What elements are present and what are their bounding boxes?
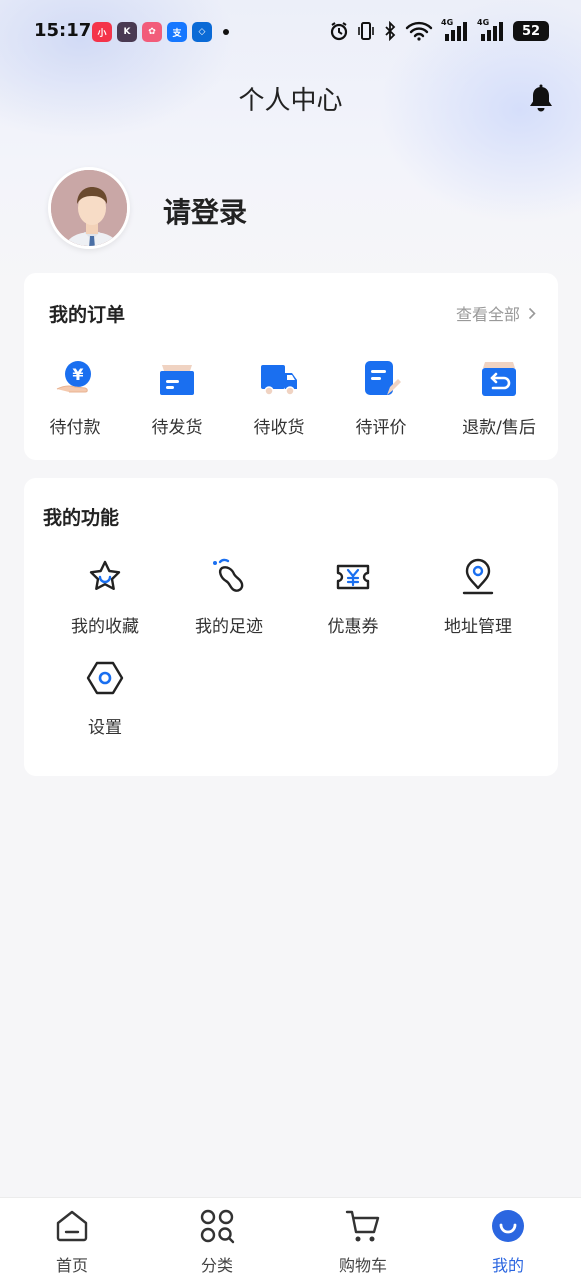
battery-indicator: 52: [513, 21, 549, 41]
order-item-label: 待发货: [151, 418, 203, 438]
address-management-button[interactable]: 地址管理: [423, 558, 533, 637]
login-prompt[interactable]: 请登录: [163, 191, 247, 231]
box-icon: [160, 365, 194, 395]
chevron-right-icon: [528, 307, 536, 319]
order-item-label: 待评价: [355, 418, 407, 438]
tab-category[interactable]: 分类: [172, 1208, 262, 1276]
shopping-app-icon: ✿: [142, 22, 162, 42]
orders-card: 我的订单 查看全部 ¥ 待付款 待发货 待收货 待评价 退款/售后: [24, 273, 558, 460]
location-icon: [462, 558, 494, 595]
order-pending-shipment[interactable]: 待发货: [132, 359, 222, 438]
system-icons: 4G 4G 52: [329, 18, 549, 42]
tab-profile[interactable]: 我的: [463, 1208, 553, 1276]
function-label: 我的足迹: [195, 617, 263, 637]
notification-icons: 小 K ✿ 支 ◇: [92, 22, 229, 42]
avatar[interactable]: [48, 167, 130, 249]
settings-button[interactable]: 设置: [50, 659, 160, 738]
bottom-tab-bar: 首页 分类 购物车 我的: [0, 1197, 581, 1278]
order-refund-aftersale[interactable]: 退款/售后: [450, 359, 548, 438]
cart-icon: [345, 1210, 380, 1242]
tab-cart[interactable]: 购物车: [318, 1208, 408, 1276]
view-all-orders-button[interactable]: 查看全部: [456, 301, 536, 325]
tab-label: 分类: [200, 1256, 233, 1275]
tab-label: 首页: [55, 1256, 88, 1275]
truck-icon: [261, 365, 297, 396]
coupon-icon: [336, 564, 370, 590]
functions-title: 我的功能: [43, 507, 120, 529]
signal-bars-icon: [445, 22, 467, 41]
status-time: 15:17: [34, 20, 92, 41]
coupons-button[interactable]: 优惠券: [298, 558, 408, 637]
order-item-label: 待收货: [253, 418, 305, 438]
pay-icon: ¥: [56, 361, 91, 393]
function-label: 优惠券: [327, 617, 379, 637]
footprint-icon: [213, 558, 244, 592]
function-label: 设置: [88, 718, 122, 738]
status-bar: 15:17 小 K ✿ 支 ◇ 4G 4G 52: [0, 0, 581, 62]
tab-home[interactable]: 首页: [27, 1208, 117, 1276]
category-icon: [200, 1209, 235, 1244]
review-icon: [365, 361, 401, 395]
function-label: 地址管理: [444, 617, 512, 637]
k-app-icon: K: [117, 22, 137, 42]
order-item-label: 退款/售后: [462, 418, 536, 438]
cellular-signal-2: 4G: [477, 18, 505, 42]
function-label: 我的收藏: [71, 617, 139, 637]
home-icon: [56, 1210, 88, 1242]
refund-icon: [482, 362, 516, 396]
footprints-button[interactable]: 我的足迹: [174, 558, 284, 637]
cellular-signal-1: 4G: [441, 18, 469, 42]
more-notifications-dot: [223, 29, 229, 35]
order-pending-payment[interactable]: ¥ 待付款: [30, 359, 120, 438]
orders-title: 我的订单: [49, 304, 126, 326]
view-all-label: 查看全部: [455, 305, 520, 324]
settings-icon: [86, 661, 124, 695]
wifi-icon: [405, 21, 433, 41]
profile-icon: [492, 1210, 524, 1242]
page-title: 个人中心: [238, 86, 343, 116]
order-pending-receipt[interactable]: 待收货: [234, 359, 324, 438]
bank-app-icon: ◇: [192, 22, 212, 42]
signal-bars-icon: [481, 22, 503, 41]
xiaohongshu-icon: 小: [92, 22, 112, 42]
star-icon: [89, 560, 121, 590]
order-pending-review[interactable]: 待评价: [336, 359, 426, 438]
favorites-button[interactable]: 我的收藏: [50, 558, 160, 637]
alarm-icon: [330, 22, 348, 41]
bell-icon[interactable]: [527, 84, 555, 114]
order-item-label: 待付款: [49, 418, 101, 438]
alipay-icon: 支: [167, 22, 187, 42]
svg-text:¥: ¥: [72, 365, 83, 384]
tab-label: 我的: [491, 1256, 524, 1275]
vibrate-icon: [358, 22, 374, 40]
tab-label: 购物车: [338, 1256, 387, 1275]
functions-card: 我的功能 我的收藏 我的足迹 优惠券 地址管理 设置: [24, 478, 558, 776]
bluetooth-icon: [385, 21, 396, 41]
